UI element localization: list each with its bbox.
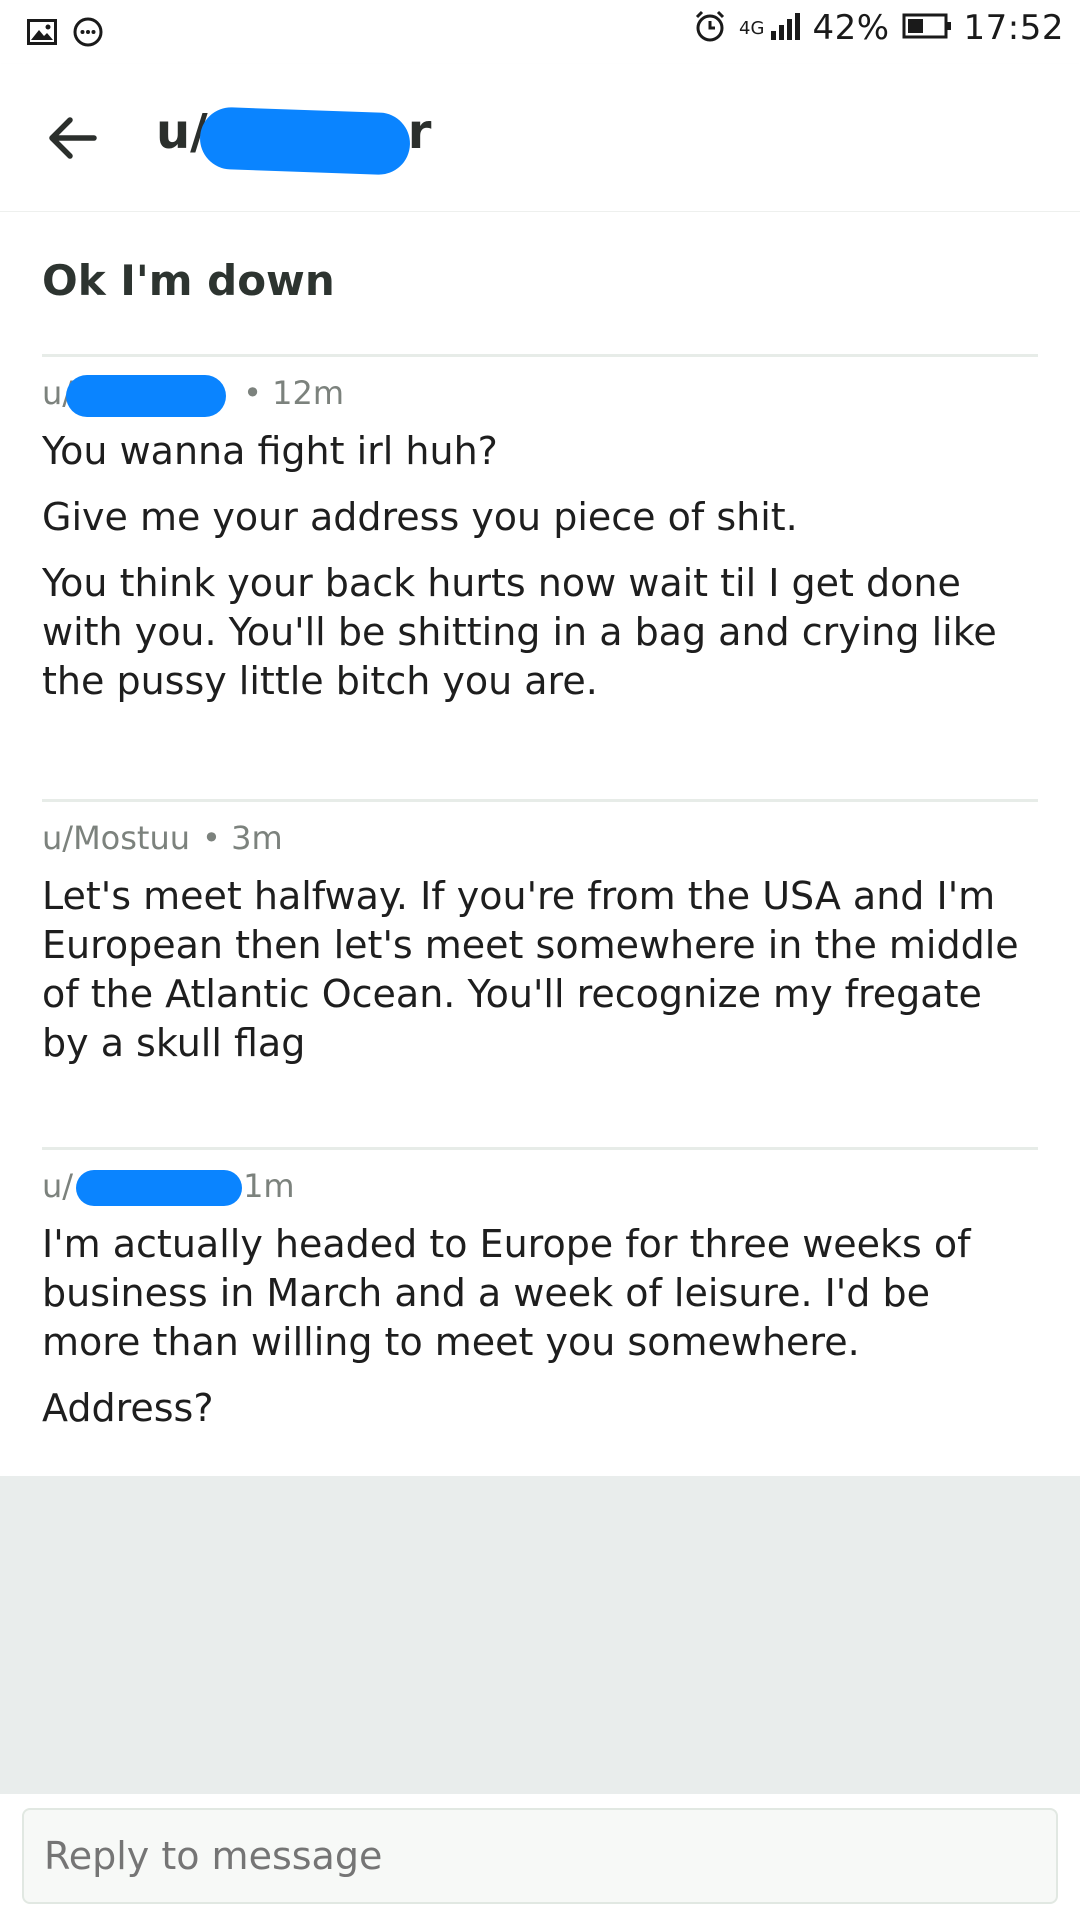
reply-bar <box>0 1794 1080 1920</box>
message-text: You wanna fight irl huh? <box>42 429 498 473</box>
author-redaction <box>66 375 226 417</box>
thread-subject: Ok I'm down <box>42 256 335 305</box>
clock: 17:52 <box>963 8 1064 48</box>
battery-icon <box>902 12 952 44</box>
status-right: 4G 42% 17:52 <box>693 8 1064 48</box>
chat-icon <box>72 16 104 52</box>
message-item: u/ 1m I'm actually headed to Europe for … <box>42 1147 1038 1433</box>
message-age: • 12m <box>243 374 344 412</box>
message-item: u/Mostuu • 3m Let's meet halfway. If you… <box>42 799 1038 1068</box>
divider <box>42 354 1038 357</box>
divider <box>42 799 1038 802</box>
signal-icon <box>770 11 801 45</box>
battery-percent: 42% <box>812 8 890 48</box>
reply-input[interactable] <box>22 1808 1058 1904</box>
message-meta: u/Mostuu • 3m <box>42 816 1038 860</box>
message-text: Let's meet halfway. If you're from the U… <box>42 874 1019 1065</box>
message-author[interactable]: u/Mostuu <box>42 819 190 857</box>
empty-area <box>0 1476 1080 1794</box>
app-bar: u/r <box>0 64 1080 212</box>
status-left <box>26 16 104 52</box>
title-suffix: r <box>407 104 432 160</box>
message-author[interactable]: u/ <box>42 1167 73 1205</box>
message-text: You think your back hurts now wait til I… <box>42 561 997 703</box>
back-arrow-icon[interactable] <box>44 109 102 167</box>
screen: 4G 42% 17:52 u/ r Ok I'm down u/ • 12m Y… <box>0 0 1080 1920</box>
network-type: 4G <box>739 17 765 39</box>
message-item: u/ • 12m You wanna fight irl huh? Give m… <box>42 354 1038 706</box>
message-meta: u/ • 12m <box>42 371 1038 417</box>
message-meta: u/ 1m <box>42 1164 1038 1208</box>
author-redaction <box>76 1170 242 1206</box>
status-bar: 4G 42% 17:52 <box>0 0 1080 64</box>
message-age: • 3m <box>202 819 283 857</box>
message-text: Address? <box>42 1386 214 1430</box>
message-text: I'm actually headed to Europe for three … <box>42 1222 971 1364</box>
alarm-icon <box>693 9 727 47</box>
divider <box>42 1147 1038 1150</box>
image-icon <box>26 18 58 50</box>
message-age: 1m <box>243 1167 295 1205</box>
message-text: Give me your address you piece of shit. <box>42 495 798 539</box>
username-redaction <box>198 106 412 176</box>
message-thread: Ok I'm down u/ • 12m You wanna fight irl… <box>0 212 1080 1476</box>
